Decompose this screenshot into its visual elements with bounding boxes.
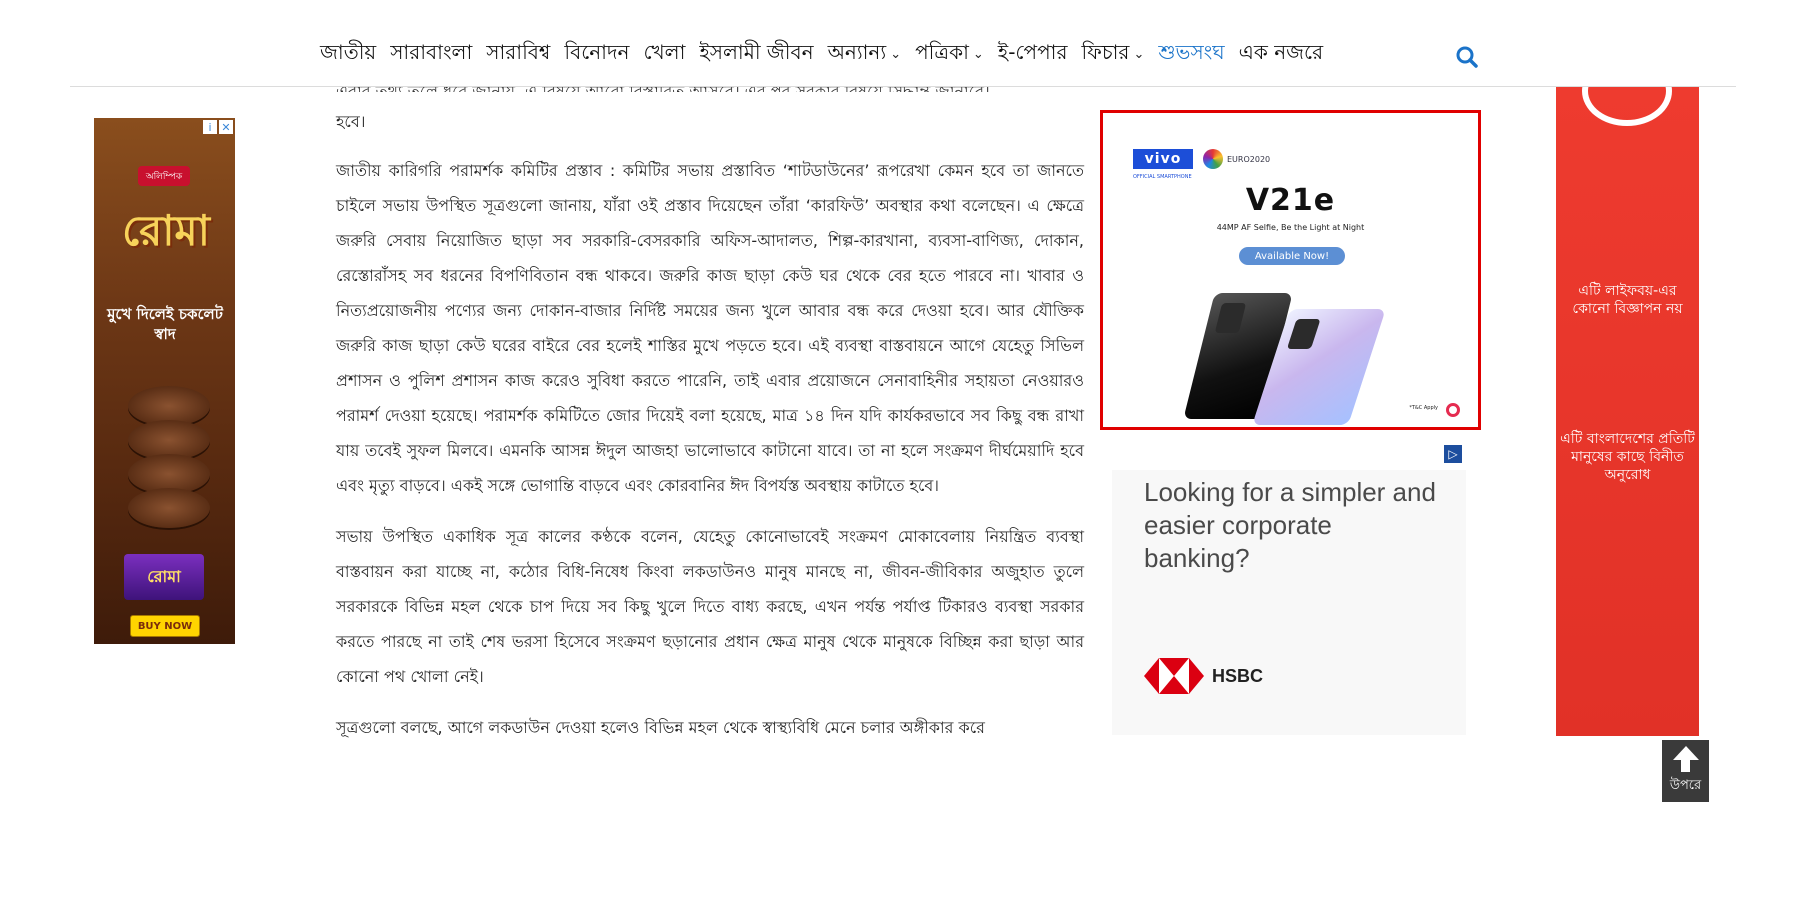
nav-item-label: পত্রিকা <box>915 40 969 64</box>
hsbc-brand: HSBC <box>1212 665 1264 686</box>
article-paragraph: সভায় উপস্থিত একাধিক সূত্র কালের কণ্ঠকে … <box>336 527 1084 686</box>
left-roma-ad[interactable]: i ✕ অলিম্পিক রোমা মুখে দিলেই চকলেট স্বাদ… <box>94 118 235 644</box>
buy-now-button[interactable]: BUY NOW <box>130 615 200 637</box>
nav-item-feature[interactable]: ফিচার ⌄ <box>1082 38 1145 71</box>
euro-ball-icon <box>1203 149 1223 169</box>
vivo-model: V21e <box>1245 183 1336 218</box>
nav-item-label: বিনোদন <box>564 40 630 64</box>
chevron-down-icon: ⌄ <box>890 47 902 62</box>
article-paragraph: সূত্রগুলো বলছে, আগে লকডাউন দেওয়া হলেও ব… <box>336 718 985 737</box>
vivo-official-label: OFFICIAL SMARTPHONE <box>1133 174 1192 180</box>
article-body: হবে। জাতীয় কারিগরি পরামর্শক কমিটির প্রস… <box>336 104 1084 761</box>
hsbc-headline: Looking for a simpler and easier corpora… <box>1144 477 1436 573</box>
nav-item-label: জাতীয় <box>320 40 377 64</box>
hsbc-ad[interactable]: Looking for a simpler and easier corpora… <box>1112 470 1466 735</box>
adchoices-icon[interactable]: ▷ <box>1444 445 1462 463</box>
roma-brand: রোমা <box>122 206 210 255</box>
top-navigation: জাতীয় সারাবাংলা সারাবিশ্ব বিনোদন খেলা ই… <box>70 0 1736 87</box>
cookie-stack-image <box>128 386 210 546</box>
search-icon[interactable] <box>1454 44 1480 70</box>
nav-item-sarabishwa[interactable]: সারাবিশ্ব <box>486 38 550 71</box>
nav-item-label: অন্যান্য <box>827 40 887 64</box>
banner-text-1: এটি লাইফবয়-এর কোনো বিজ্ঞাপন নয় <box>1572 283 1683 317</box>
banner-text-2: এটি বাংলাদেশের প্রতিটি মানুষের কাছে বিনী… <box>1560 431 1695 483</box>
euro-label: EURO2020 <box>1227 154 1271 164</box>
hsbc-logo: HSBC <box>1144 658 1263 694</box>
nav-list: জাতীয় সারাবাংলা সারাবিশ্ব বিনোদন খেলা ই… <box>320 38 1323 71</box>
ad-controls: i ✕ <box>203 120 233 134</box>
nav-item-khela[interactable]: খেলা <box>643 38 685 71</box>
nav-item-sarabangla[interactable]: সারাবাংলা <box>390 38 472 71</box>
nav-item-epaper[interactable]: ই-পেপার <box>998 38 1068 71</box>
nav-item-label: খেলা <box>643 40 686 64</box>
lifebuoy-banner[interactable]: এটি লাইফবয়-এর কোনো বিজ্ঞাপন নয় এটি বাং… <box>1556 86 1699 736</box>
bottom-blank-area <box>0 836 1800 900</box>
nav-item-label: সারাবাংলা <box>390 40 473 64</box>
chevron-down-icon: ⌄ <box>1133 47 1145 62</box>
banner-logo-arc <box>1582 86 1672 126</box>
roma-pack: রোমা <box>124 554 204 600</box>
nav-item-label: শুভসংঘ <box>1158 40 1225 64</box>
nav-item-label: ই-পেপার <box>997 40 1068 64</box>
vivo-ad[interactable]: vivo EURO2020 OFFICIAL SMARTPHONE V21e 4… <box>1100 110 1481 430</box>
nav-item-label: ফিচার <box>1081 40 1130 64</box>
nav-item-islami-jibon[interactable]: ইসলামী জীবন <box>699 38 813 71</box>
nav-item-onnanno[interactable]: অন্যান্য ⌄ <box>828 38 902 71</box>
nav-item-label: ইসলামী জীবন <box>699 40 814 64</box>
article-paragraph: হবে। <box>336 112 366 131</box>
back-to-top-label: উপরে <box>1669 777 1702 793</box>
vivo-mark-icon <box>1446 403 1460 417</box>
euro2020-logo: EURO2020 <box>1203 147 1273 171</box>
available-now-button[interactable]: Available Now! <box>1239 247 1345 265</box>
vivo-tagline: 44MP AF Selfie, Be the Light at Night <box>1216 223 1365 232</box>
arrow-up-icon <box>1672 745 1699 760</box>
nav-item-label: এক নজরে <box>1238 40 1324 64</box>
roma-tagline: মুখে দিলেই চকলেট স্বাদ <box>107 305 223 343</box>
nav-item-binodon[interactable]: বিনোদন <box>564 38 629 71</box>
nav-item-label: সারাবিশ্ব <box>486 40 551 64</box>
article-paragraph: জাতীয় কারিগরি পরামর্শক কমিটির প্রস্তাব … <box>336 161 1084 495</box>
back-to-top-button[interactable]: উপরে <box>1662 740 1709 802</box>
roma-badge: অলিম্পিক <box>138 166 190 186</box>
arrow-up-stem <box>1681 759 1690 772</box>
close-icon[interactable]: ✕ <box>219 120 233 134</box>
vivo-logo: vivo <box>1133 149 1193 169</box>
nav-item-ek-nojore[interactable]: এক নজরে <box>1239 38 1323 71</box>
nav-item-jatiyo[interactable]: জাতীয় <box>320 38 376 71</box>
nav-item-potrika[interactable]: পত্রিকা ⌄ <box>915 38 984 71</box>
chevron-down-icon: ⌄ <box>972 47 984 62</box>
hsbc-hexagon-icon <box>1144 658 1204 694</box>
info-icon[interactable]: i <box>203 120 217 134</box>
nav-item-shuvosongho[interactable]: শুভসংঘ <box>1158 38 1224 71</box>
tnc-label: *T&C Apply <box>1409 405 1438 411</box>
